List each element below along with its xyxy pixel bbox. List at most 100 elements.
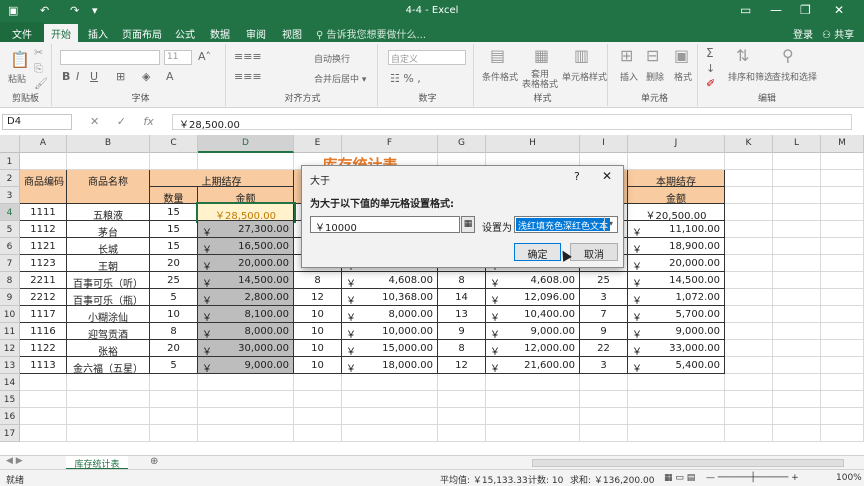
in-qty-cell[interactable]: 10	[294, 357, 342, 374]
code-cell[interactable]: 1111	[20, 204, 67, 221]
row-header-3[interactable]: 3	[0, 187, 20, 204]
find-select-icon[interactable]: ⚲	[782, 46, 794, 65]
grid-cell[interactable]	[486, 408, 580, 425]
grid-cell[interactable]	[628, 425, 725, 442]
grid-cell[interactable]	[821, 357, 864, 374]
grid-cell[interactable]	[628, 374, 725, 391]
amount-cell[interactable]: ￥ 9,000.00	[198, 357, 294, 374]
column-header-a[interactable]: A	[20, 135, 67, 153]
grid-cell[interactable]	[580, 391, 628, 408]
grid-cell[interactable]	[821, 170, 864, 187]
name-cell[interactable]: 长城	[67, 238, 150, 255]
grid-cell[interactable]	[294, 391, 342, 408]
grid-cell[interactable]	[628, 391, 725, 408]
grid-cell[interactable]	[821, 425, 864, 442]
out-amount-cell[interactable]: ￥ 4,608.00	[486, 272, 580, 289]
curr-qty-cell[interactable]: 3	[580, 289, 628, 306]
code-cell[interactable]: 1116	[20, 323, 67, 340]
threshold-input[interactable]: ￥10000	[310, 216, 460, 234]
find-select-button[interactable]: 查找和选择	[772, 70, 817, 83]
grid-cell[interactable]	[773, 289, 821, 306]
grid-cell[interactable]	[773, 391, 821, 408]
grid-cell[interactable]	[821, 289, 864, 306]
format-cells-icon[interactable]: ▣	[674, 46, 689, 65]
grid-cell[interactable]	[725, 306, 773, 323]
curr-amount-cell[interactable]: ￥ 18,900.00	[628, 238, 725, 255]
tell-me-box[interactable]: ⚲ 告诉我您想要做什么...	[316, 26, 426, 41]
row-header-11[interactable]: 11	[0, 323, 20, 340]
insert-cells-button[interactable]: 插入	[620, 70, 638, 83]
in-amount-cell[interactable]: ￥ 10,000.00	[342, 323, 438, 340]
ribbon-options-icon[interactable]: ▭	[740, 3, 751, 17]
out-qty-cell[interactable]: 8	[438, 272, 486, 289]
sheet-tab[interactable]: 库存统计表	[66, 456, 128, 470]
qty-cell[interactable]: 15	[150, 238, 198, 255]
grid-cell[interactable]	[773, 255, 821, 272]
out-amount-cell[interactable]: ￥ 21,600.00	[486, 357, 580, 374]
grid-cell[interactable]	[821, 204, 864, 221]
row-header-14[interactable]: 14	[0, 374, 20, 391]
in-qty-cell[interactable]: 8	[294, 272, 342, 289]
out-amount-cell[interactable]: ￥ 12,096.00	[486, 289, 580, 306]
merge-center-button[interactable]: 合并后居中 ▾	[314, 72, 366, 85]
grid-cell[interactable]	[438, 391, 486, 408]
currency-icon[interactable]: ☷ % ,	[390, 72, 421, 85]
out-amount-cell[interactable]: ￥ 9,000.00	[486, 323, 580, 340]
grid-cell[interactable]	[773, 272, 821, 289]
grid-cell[interactable]	[725, 272, 773, 289]
grid-cell[interactable]	[773, 323, 821, 340]
grid-cell[interactable]	[773, 221, 821, 238]
grid-cell[interactable]	[725, 408, 773, 425]
in-qty-cell[interactable]: 10	[294, 340, 342, 357]
qty-cell[interactable]: 25	[150, 272, 198, 289]
name-box[interactable]: D4	[2, 114, 72, 130]
delete-cells-button[interactable]: 删除	[646, 70, 664, 83]
grid-cell[interactable]	[628, 408, 725, 425]
tab-page-layout[interactable]: 页面布局	[122, 26, 162, 41]
grow-font-icon[interactable]: A˄	[198, 50, 211, 63]
grid-cell[interactable]	[150, 408, 198, 425]
qty-cell[interactable]: 10	[150, 306, 198, 323]
name-cell[interactable]: 迎驾贡酒	[67, 323, 150, 340]
curr-amount-cell[interactable]: ￥ 5,400.00	[628, 357, 725, 374]
grid-cell[interactable]	[150, 425, 198, 442]
grid-cell[interactable]	[725, 255, 773, 272]
out-qty-cell[interactable]: 8	[438, 340, 486, 357]
name-cell[interactable]: 王朝	[67, 255, 150, 272]
fill-icon[interactable]: ↓	[706, 62, 715, 75]
grid-cell[interactable]	[773, 408, 821, 425]
grid-cell[interactable]	[150, 374, 198, 391]
tab-data[interactable]: 数据	[210, 26, 230, 41]
row-header-10[interactable]: 10	[0, 306, 20, 323]
grid-cell[interactable]	[67, 425, 150, 442]
grid-cell[interactable]	[20, 408, 67, 425]
underline-icon[interactable]: U	[90, 70, 98, 83]
grid-cell[interactable]	[821, 255, 864, 272]
curr-qty-cell[interactable]: 7	[580, 306, 628, 323]
restore-button[interactable]: ❐	[800, 3, 811, 17]
border-icon[interactable]: ⊞	[116, 70, 125, 83]
align-top-icon[interactable]: ≡≡≡	[234, 50, 262, 63]
autosum-icon[interactable]: Σ	[706, 46, 714, 60]
grid-cell[interactable]	[342, 425, 438, 442]
grid-cell[interactable]	[821, 374, 864, 391]
grid-cell[interactable]	[67, 374, 150, 391]
code-cell[interactable]: 1122	[20, 340, 67, 357]
out-qty-cell[interactable]: 12	[438, 357, 486, 374]
bold-icon[interactable]: B	[62, 70, 70, 83]
row-header-6[interactable]: 6	[0, 238, 20, 255]
name-cell[interactable]: 张裕	[67, 340, 150, 357]
in-amount-cell[interactable]: ￥ 4,608.00	[342, 272, 438, 289]
grid-cell[interactable]	[725, 153, 773, 170]
dialog-close-button[interactable]: ✕	[602, 169, 612, 183]
grid-cell[interactable]	[821, 238, 864, 255]
grid-cell[interactable]	[486, 425, 580, 442]
grid-cell[interactable]	[150, 391, 198, 408]
curr-amount-cell[interactable]: ￥ 11,100.00	[628, 221, 725, 238]
tab-view[interactable]: 视图	[282, 26, 302, 41]
grid-cell[interactable]	[580, 408, 628, 425]
grid-cell[interactable]	[198, 425, 294, 442]
in-amount-cell[interactable]: ￥ 15,000.00	[342, 340, 438, 357]
grid-cell[interactable]	[773, 357, 821, 374]
header-code[interactable]: 商品编码	[20, 170, 67, 204]
